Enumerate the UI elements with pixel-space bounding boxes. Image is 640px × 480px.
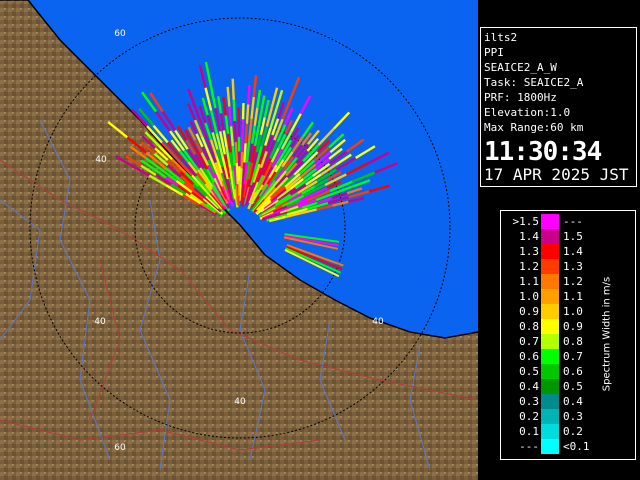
legend-upper-bound: --- (563, 215, 583, 228)
legend-lower-bound: --- (519, 440, 539, 453)
legend-upper-bound: 0.4 (563, 395, 583, 408)
legend-upper-bound: 0.7 (563, 350, 583, 363)
legend-swatch (541, 334, 559, 349)
legend-upper-bound: 0.5 (563, 380, 583, 393)
legend-lower-bound: 0.2 (519, 410, 539, 423)
legend-upper-bound: 0.2 (563, 425, 583, 438)
max-range: Max Range:60 km (484, 121, 584, 134)
range-label: 40 (234, 397, 246, 407)
legend-lower-bound: 0.8 (519, 320, 539, 333)
legend-upper-bound: 1.3 (563, 260, 583, 273)
legend-swatch (541, 424, 559, 439)
legend-lower-bound: 1.3 (519, 245, 539, 258)
radar-ppi-map[interactable]: 60 40 40 40 40 60 (0, 0, 478, 480)
legend-swatch (541, 364, 559, 379)
scan-time: 11:30:34 (484, 137, 602, 167)
legend-swatch (541, 244, 559, 259)
legend-upper-bound: <0.1 (563, 440, 590, 453)
legend-lower-bound: >1.5 (512, 215, 540, 228)
echo-streak (233, 120, 237, 143)
echo-streak (247, 85, 251, 105)
legend-lower-bound: 0.7 (519, 335, 539, 348)
legend-upper-bound: 1.2 (563, 275, 583, 288)
legend-swatch (541, 289, 559, 304)
legend-lower-bound: 0.5 (519, 365, 539, 378)
scan-date: 17 APR 2025 JST (484, 165, 629, 184)
echo-streak (235, 163, 240, 185)
legend-lower-bound: 0.1 (519, 425, 539, 438)
legend-lower-bound: 1.0 (519, 290, 539, 303)
range-label: 60 (114, 29, 126, 39)
legend-upper-bound: 0.3 (563, 410, 583, 423)
echo-streak (243, 143, 247, 163)
legend-lower-bound: 0.4 (519, 380, 539, 393)
legend-lower-bound: 0.6 (519, 350, 539, 363)
legend-lower-bound: 0.3 (519, 395, 539, 408)
range-label: 40 (94, 317, 106, 327)
color-legend: >1.5 --- 1.4 1.5 1.3 1.4 1.2 1.3 1.1 1.2 1.0 1.1 0.9… (500, 210, 636, 460)
legend-lower-bound: 1.2 (519, 260, 539, 273)
legend-upper-bound: 0.9 (563, 320, 583, 333)
legend-swatch (541, 349, 559, 364)
legend-swatch (541, 259, 559, 274)
legend-swatch (541, 214, 559, 229)
echo-streak (244, 123, 249, 144)
echo-streak (232, 99, 236, 121)
legend-upper-bound: 0.8 (563, 335, 583, 348)
scan-type: PPI (484, 46, 504, 59)
legend-swatch (541, 409, 559, 424)
legend-title: Spectrum Width in m/s (601, 276, 613, 392)
echo-streak (234, 141, 239, 164)
elevation: Elevation:1.0 (484, 106, 571, 119)
legend-lower-bound: 1.4 (519, 230, 539, 243)
scan-name: SEAICE2_A_W (484, 61, 557, 74)
range-label: 60 (114, 443, 126, 453)
legend-swatch (541, 274, 559, 289)
range-label: 40 (95, 155, 107, 165)
echo-streak (231, 78, 235, 100)
legend-upper-bound: 0.6 (563, 365, 583, 378)
legend-swatch (541, 439, 559, 454)
legend-swatch (541, 394, 559, 409)
legend-swatch (541, 319, 559, 334)
info-panel: ilts2 PPI SEAICE2_A_W Task: SEAICE2_A PR… (480, 27, 637, 187)
legend-upper-bound: 1.0 (563, 305, 583, 318)
legend-swatch (541, 229, 559, 244)
legend-swatch (541, 304, 559, 319)
legend-swatch (541, 379, 559, 394)
legend-upper-bound: 1.5 (563, 230, 583, 243)
echo-streak (245, 104, 250, 124)
legend-upper-bound: 1.1 (563, 290, 583, 303)
radar-name: ilts2 (484, 31, 518, 44)
legend-lower-bound: 1.1 (519, 275, 539, 288)
legend-lower-bound: 0.9 (519, 305, 539, 318)
range-label: 40 (372, 317, 384, 327)
task: Task: SEAICE2_A (484, 76, 584, 89)
prf: PRF: 1800Hz (484, 91, 557, 104)
legend-upper-bound: 1.4 (563, 245, 583, 258)
legend-title-wrap: Spectrum Width in m/s (597, 219, 617, 449)
